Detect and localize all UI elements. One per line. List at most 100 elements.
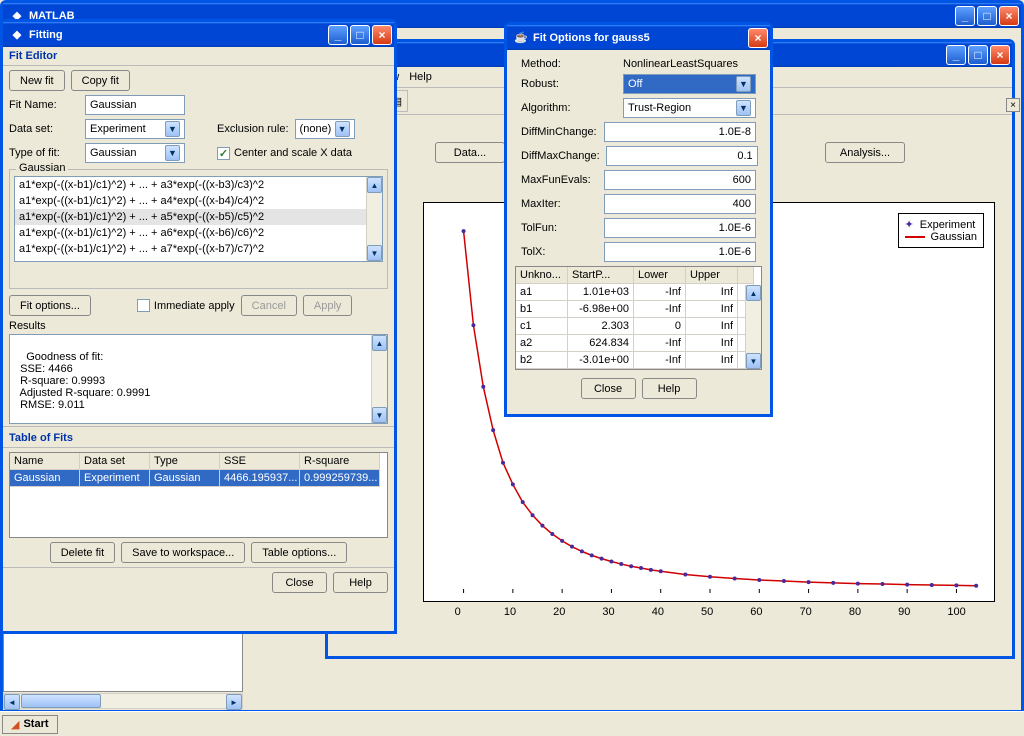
scroll-up-icon[interactable]: ▲: [746, 285, 761, 301]
col-upper[interactable]: Upper: [686, 267, 738, 284]
axis-tick-label: 60: [750, 606, 762, 618]
minimize-button[interactable]: _: [328, 25, 348, 45]
data-button[interactable]: Data...: [435, 142, 505, 163]
minimize-button[interactable]: _: [946, 45, 966, 65]
maximize-button[interactable]: □: [350, 25, 370, 45]
subpanel-close-icon[interactable]: ×: [1006, 98, 1020, 112]
tolfun-input[interactable]: [604, 218, 756, 238]
chevron-down-icon: ▼: [736, 100, 751, 116]
analysis-button[interactable]: Analysis...: [825, 142, 905, 163]
delete-fit-button[interactable]: Delete fit: [50, 542, 115, 563]
close-button[interactable]: Close: [581, 378, 636, 399]
type-select[interactable]: Gaussian▼: [85, 143, 185, 163]
copy-fit-button[interactable]: Copy fit: [71, 70, 130, 91]
list-item[interactable]: a1*exp(-((x-b1)/c1)^2) + ... + a3*exp(-(…: [15, 177, 382, 193]
method-label: Method:: [521, 58, 617, 70]
scrollbar[interactable]: ▲ ▼: [371, 335, 387, 423]
close-button[interactable]: ×: [999, 6, 1019, 26]
scroll-down-icon[interactable]: ▼: [746, 353, 761, 369]
params-table[interactable]: Unkno... StartP... Lower Upper a11.01e+0…: [515, 266, 762, 370]
chevron-down-icon: ▼: [165, 121, 180, 137]
scroll-up-icon[interactable]: ▲: [367, 177, 382, 193]
menu-help[interactable]: Help: [409, 71, 432, 83]
minimize-button[interactable]: _: [955, 6, 975, 26]
maxfun-input[interactable]: [604, 170, 756, 190]
axis-tick-label: 50: [701, 606, 713, 618]
diffmin-input[interactable]: [604, 122, 756, 142]
help-button[interactable]: Help: [333, 572, 388, 593]
axis-tick-label: 100: [947, 606, 965, 618]
table-row[interactable]: c12.3030Inf: [516, 318, 761, 335]
axis-tick-label: 10: [504, 606, 516, 618]
start-button[interactable]: ◢ Start: [2, 715, 58, 734]
fit-editor-header: Fit Editor: [3, 47, 394, 66]
col-startpoint[interactable]: StartP...: [568, 267, 634, 284]
table-row[interactable]: b2-3.01e+00-InfInf: [516, 352, 761, 369]
table-row[interactable]: Gaussian Experiment Gaussian 4466.195937…: [10, 470, 387, 487]
hscroll[interactable]: ◄ ►: [3, 693, 243, 709]
col-name[interactable]: Name: [10, 453, 80, 470]
immediate-apply-checkbox[interactable]: [137, 299, 150, 312]
scrollbar[interactable]: ▲ ▼: [366, 177, 382, 261]
fits-table[interactable]: Name Data set Type SSE R-square Gaussian…: [9, 452, 388, 538]
gaussian-group: Gaussian a1*exp(-((x-b1)/c1)^2) + ... + …: [9, 169, 388, 289]
robust-select[interactable]: Off▼: [623, 74, 756, 94]
fit-name-input[interactable]: [85, 95, 185, 115]
diffmax-input[interactable]: [606, 146, 758, 166]
fitting-window: ◆ Fitting _ □ × Fit Editor New fit Copy …: [0, 19, 397, 634]
save-workspace-button[interactable]: Save to workspace...: [121, 542, 245, 563]
legend[interactable]: ✦ Experiment Gaussian: [898, 213, 984, 248]
axis-tick-label: 0: [455, 606, 461, 618]
data-set-select[interactable]: Experiment▼: [85, 119, 185, 139]
scroll-right-icon[interactable]: ►: [226, 694, 242, 710]
scrollbar[interactable]: ▲ ▼: [745, 285, 761, 369]
fitopts-titlebar[interactable]: ☕ Fit Options for gauss5 ×: [507, 25, 770, 50]
fitting-titlebar[interactable]: ◆ Fitting _ □ ×: [3, 22, 394, 47]
help-button[interactable]: Help: [642, 378, 697, 399]
new-fit-button[interactable]: New fit: [9, 70, 65, 91]
close-button[interactable]: ×: [990, 45, 1010, 65]
col-unknown[interactable]: Unkno...: [516, 267, 568, 284]
java-icon: ☕: [513, 30, 529, 46]
apply-button[interactable]: Apply: [303, 295, 353, 316]
table-row[interactable]: a11.01e+03-InfInf: [516, 284, 761, 301]
col-sse[interactable]: SSE: [220, 453, 300, 470]
center-scale-checkbox[interactable]: ✓: [217, 147, 230, 160]
exclusion-select[interactable]: (none)▼: [295, 119, 355, 139]
list-item[interactable]: a1*exp(-((x-b1)/c1)^2) + ... + a6*exp(-(…: [15, 225, 382, 241]
close-button[interactable]: Close: [272, 572, 327, 593]
col-rsquare[interactable]: R-square: [300, 453, 380, 470]
list-item[interactable]: a1*exp(-((x-b1)/c1)^2) + ... + a7*exp(-(…: [15, 241, 382, 257]
table-row[interactable]: b1-6.98e+00-InfInf: [516, 301, 761, 318]
maximize-button[interactable]: □: [977, 6, 997, 26]
scroll-down-icon[interactable]: ▼: [372, 407, 387, 423]
command-subpanel: [3, 632, 243, 692]
results-box[interactable]: Goodness of fit: SSE: 4466 R-square: 0.9…: [9, 334, 388, 424]
table-row[interactable]: a2624.834-InfInf: [516, 335, 761, 352]
col-lower[interactable]: Lower: [634, 267, 686, 284]
scroll-left-icon[interactable]: ◄: [4, 694, 20, 710]
algorithm-label: Algorithm:: [521, 102, 617, 114]
fit-options-button[interactable]: Fit options...: [9, 295, 91, 316]
close-button[interactable]: ×: [372, 25, 392, 45]
scroll-down-icon[interactable]: ▼: [367, 245, 382, 261]
algorithm-select[interactable]: Trust-Region▼: [623, 98, 756, 118]
maxiter-input[interactable]: [604, 194, 756, 214]
table-header-row: Name Data set Type SSE R-square: [10, 453, 387, 470]
results-label: Results: [9, 320, 388, 332]
col-dataset[interactable]: Data set: [80, 453, 150, 470]
maximize-button[interactable]: □: [968, 45, 988, 65]
table-of-fits-header: Table of Fits: [3, 429, 394, 448]
legend-label-gaussian: Gaussian: [931, 231, 977, 243]
scroll-up-icon[interactable]: ▲: [372, 335, 387, 351]
close-button[interactable]: ×: [748, 28, 768, 48]
col-type[interactable]: Type: [150, 453, 220, 470]
method-value: NonlinearLeastSquares: [623, 58, 738, 70]
table-options-button[interactable]: Table options...: [251, 542, 347, 563]
list-item[interactable]: a1*exp(-((x-b1)/c1)^2) + ... + a4*exp(-(…: [15, 193, 382, 209]
tolx-input[interactable]: [604, 242, 756, 262]
formula-list[interactable]: a1*exp(-((x-b1)/c1)^2) + ... + a3*exp(-(…: [14, 176, 383, 262]
table-header-row: Unkno... StartP... Lower Upper: [516, 267, 761, 284]
list-item[interactable]: a1*exp(-((x-b1)/c1)^2) + ... + a5*exp(-(…: [15, 209, 382, 225]
cancel-button[interactable]: Cancel: [241, 295, 297, 316]
